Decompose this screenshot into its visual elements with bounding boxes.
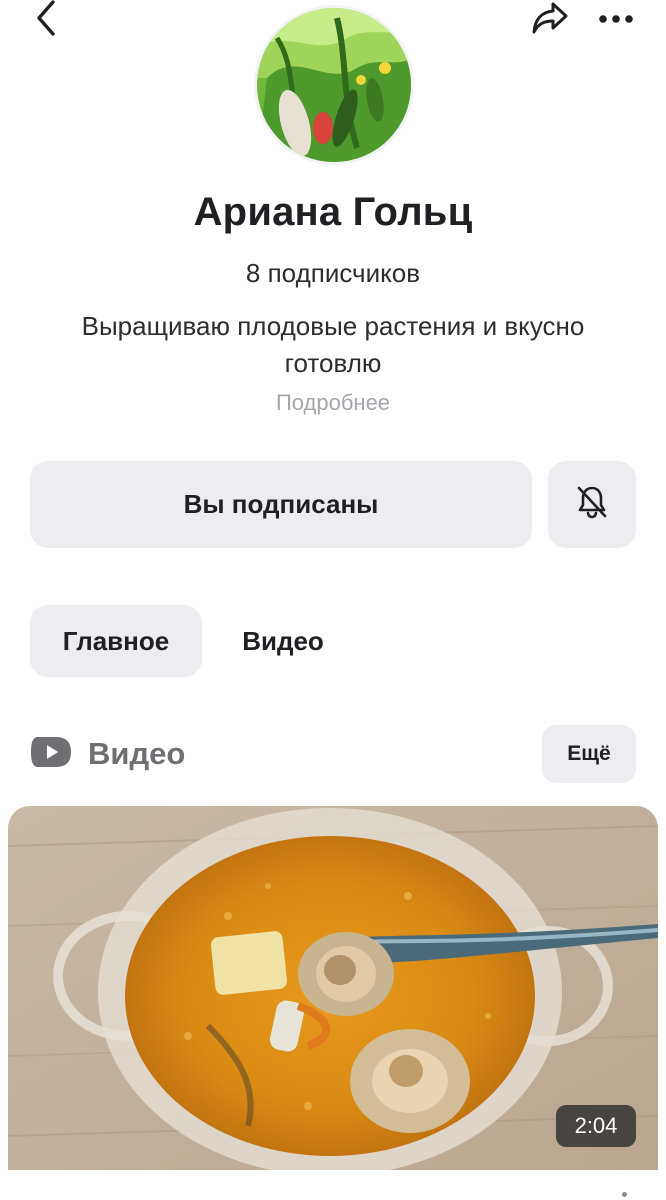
share-button[interactable] — [528, 0, 572, 40]
profile-name: Ариана Гольц — [193, 190, 473, 234]
avatar[interactable] — [257, 8, 411, 162]
more-details-link[interactable]: Подробнее — [0, 390, 666, 416]
subscriber-count: 8 подписчиков — [245, 258, 421, 288]
tab-video[interactable]: Видео — [212, 605, 354, 677]
more-options-button[interactable] — [594, 0, 638, 40]
subscribed-button[interactable]: Вы подписаны — [30, 461, 532, 548]
video-section-header: Видео — [30, 728, 185, 780]
more-horizontal-icon — [598, 11, 634, 29]
notifications-button[interactable] — [548, 461, 636, 548]
share-arrow-icon — [530, 0, 570, 41]
video-more-button[interactable]: Ещё — [542, 725, 636, 783]
video-duration: 2:04 — [556, 1105, 636, 1147]
tab-main[interactable]: Главное — [30, 605, 202, 677]
bell-off-icon — [575, 484, 609, 525]
back-button[interactable] — [26, 0, 66, 40]
card-more-icon[interactable] — [622, 1192, 627, 1197]
video-section-title: Видео — [88, 736, 186, 771]
chevron-left-icon — [34, 0, 58, 41]
card-footer — [0, 1170, 666, 1200]
profile-bio: Выращиваю плодовые растения и вкусно гот… — [81, 311, 585, 378]
video-play-icon — [30, 735, 72, 774]
